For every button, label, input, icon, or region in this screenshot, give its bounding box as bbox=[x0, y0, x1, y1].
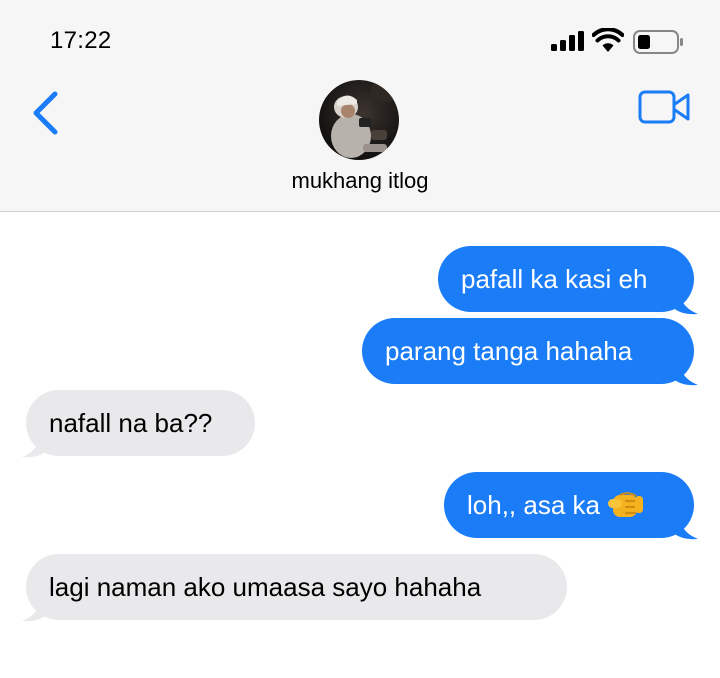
message-sent[interactable]: parang tanga hahaha bbox=[362, 318, 694, 384]
contact-name[interactable]: mukhang itlog bbox=[0, 168, 720, 194]
person-photo-icon bbox=[319, 80, 399, 160]
wifi-icon bbox=[592, 28, 624, 52]
battery-icon bbox=[633, 30, 683, 54]
message-text: loh,, asa ka bbox=[467, 490, 600, 520]
video-call-button[interactable] bbox=[638, 90, 692, 124]
back-button[interactable] bbox=[28, 89, 64, 137]
pointing-fist-emoji-icon bbox=[607, 492, 643, 517]
status-time: 17:22 bbox=[50, 27, 112, 54]
message-sent[interactable]: loh,, asa ka bbox=[444, 472, 694, 538]
message-received[interactable]: nafall na ba?? bbox=[26, 390, 255, 456]
cellular-signal-icon bbox=[551, 31, 584, 51]
conversation-header: 17:22 mukhang itlog bbox=[0, 0, 720, 212]
message-received[interactable]: lagi naman ako umaasa sayo hahaha bbox=[26, 554, 567, 620]
contact-avatar[interactable] bbox=[319, 80, 399, 160]
message-sent[interactable]: pafall ka kasi eh bbox=[438, 246, 694, 312]
